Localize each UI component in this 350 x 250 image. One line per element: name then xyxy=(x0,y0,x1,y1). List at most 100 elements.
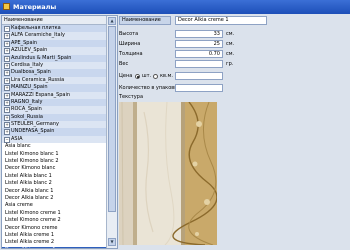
tree-group[interactable]: + Sokol_Russia xyxy=(2,113,106,122)
material-details: Наименование Decor Alkia creme 1 Высота … xyxy=(119,15,350,250)
tree-group-label: STEULER_Germany xyxy=(11,121,59,128)
price-label: Цена xyxy=(119,73,133,79)
tree-group[interactable]: + AZULEV_Spain xyxy=(2,47,106,55)
tree-group[interactable]: + ALFA Ceramiche_Italy xyxy=(2,32,106,40)
tree-item-label: Listel Kimono blanc 1 xyxy=(5,150,59,157)
tree-group-label: ROCA_Spain xyxy=(11,106,42,113)
collapse-icon[interactable]: − xyxy=(4,26,10,32)
thickness-label: Толщина xyxy=(119,51,143,57)
expand-icon[interactable]: + xyxy=(4,92,10,99)
expand-icon[interactable]: + xyxy=(4,70,10,77)
tree-item-label: Listel Alkia blanc 1 xyxy=(5,172,52,179)
tree-item[interactable]: Listel Alkia blanc 2 xyxy=(2,180,106,187)
thickness-field[interactable]: 0.70 xyxy=(175,50,223,58)
expand-icon[interactable]: + xyxy=(4,122,10,129)
price-per-piece-label: шт. xyxy=(142,73,152,79)
expand-icon[interactable]: + xyxy=(4,129,10,136)
tree-item[interactable]: Listel Kimono blanc 1 xyxy=(2,151,106,158)
scroll-up-icon[interactable]: ▲ xyxy=(108,17,116,25)
tree-group-label: Lira Ceramica_Russia xyxy=(11,76,65,83)
tree-item[interactable]: Listel Kimono creme 2 xyxy=(2,217,106,224)
scroll-down-icon[interactable]: ▼ xyxy=(108,238,116,246)
tree-group[interactable]: + APE_Spain xyxy=(2,39,106,48)
tree-item[interactable]: Decor Kimono creme xyxy=(2,225,106,232)
scroll-thumb[interactable] xyxy=(108,26,116,212)
tree-item-label: Decor Alkia creme 1 xyxy=(5,247,56,248)
expand-icon[interactable]: + xyxy=(4,107,10,114)
name-label: Наименование xyxy=(119,16,171,25)
tree-group[interactable]: + MARAZZI Espana_Spain xyxy=(2,91,106,99)
width-unit: см. xyxy=(226,41,235,47)
tree-item[interactable]: Listel Kimono blanc 2 xyxy=(2,158,106,165)
tree-item[interactable]: Decor Alkia blanc 1 xyxy=(2,188,106,195)
tree-group[interactable]: + STEULER_Germany xyxy=(2,121,106,129)
tree-item[interactable]: Decor Alkia creme 1 xyxy=(2,246,106,248)
tree-group[interactable]: + RAGNO_Italy xyxy=(2,98,106,107)
height-field[interactable]: 33 xyxy=(175,30,223,38)
folder-icon xyxy=(3,3,10,10)
expand-icon[interactable]: + xyxy=(4,55,10,62)
tree-group-label: MAINZU_Spain xyxy=(11,84,48,91)
tree-item-label: Asia creme xyxy=(5,202,33,209)
price-field[interactable] xyxy=(175,72,223,80)
thickness-unit: см. xyxy=(226,51,235,57)
tree-group[interactable]: + Cerdisa_Italy xyxy=(2,61,106,70)
price-per-piece-radio[interactable] xyxy=(135,73,140,79)
expand-icon[interactable]: + xyxy=(4,48,10,55)
expand-icon[interactable]: + xyxy=(4,77,10,84)
width-field[interactable]: 25 xyxy=(175,40,223,48)
tree-item[interactable]: Asia blanc xyxy=(2,143,106,150)
tree-group[interactable]: + Azulindus & Marti_Spain xyxy=(2,54,106,62)
tree-item-label: Listel Alkia creme 1 xyxy=(5,231,55,238)
height-unit: см. xyxy=(226,31,235,37)
tree-group-label: MARAZZI Espana_Spain xyxy=(11,91,71,98)
weight-unit: гр. xyxy=(226,61,234,67)
tree-list: − Кафельная плитка + ALFA Ceramiche_Italy + A… xyxy=(2,25,106,248)
tree-group[interactable]: − ASIA xyxy=(2,135,106,144)
tree-item-label: Listel Kimono blanc 2 xyxy=(5,158,59,165)
tree-group-label: AZULEV_Spain xyxy=(11,47,48,54)
name-field[interactable]: Decor Alkia creme 1 xyxy=(175,16,267,25)
tree-group-label: Кафельная плитка xyxy=(11,25,61,31)
price-per-sqm-label: кв.м. xyxy=(160,73,173,79)
width-label: Ширина xyxy=(119,41,141,47)
tree-item-label: Listel Alkia creme 2 xyxy=(5,239,55,246)
weight-field[interactable] xyxy=(175,60,223,68)
tree-item-label: Listel Kimono creme 1 xyxy=(5,209,61,216)
tree-item[interactable]: Listel Alkia blanc 1 xyxy=(2,173,106,180)
tree-group-label: Cerdisa_Italy xyxy=(11,61,44,68)
tree-group[interactable]: + ROCA_Spain xyxy=(2,106,106,114)
tree-item-label: Decor Kimono creme xyxy=(5,224,58,231)
tree-item[interactable]: Listel Alkia creme 1 xyxy=(2,232,106,239)
collapse-icon[interactable]: − xyxy=(4,136,10,143)
texture-preview xyxy=(119,102,217,245)
expand-icon[interactable]: + xyxy=(4,85,10,92)
tree-item[interactable]: Listel Alkia creme 2 xyxy=(2,239,106,246)
weight-label: Вес xyxy=(119,61,129,67)
tree-group-label: UNDEFASA_Spain xyxy=(11,128,55,135)
tree-item-label: Listel Alkia blanc 2 xyxy=(5,180,52,187)
title-bar[interactable]: Материалы xyxy=(0,0,350,14)
tree-item-label: Decor Kimono blanc xyxy=(5,165,56,172)
tree-group[interactable]: + Dualbosa_Spain xyxy=(2,69,106,77)
tree-group[interactable]: + MAINZU_Spain xyxy=(2,84,106,92)
tree-item[interactable]: Decor Kimono blanc xyxy=(2,165,106,172)
column-header-name[interactable]: Наименование xyxy=(2,16,106,25)
price-per-sqm-radio[interactable] xyxy=(153,73,158,79)
expand-icon[interactable]: + xyxy=(4,62,10,69)
tree-group-label: Azulindus & Marti_Spain xyxy=(11,54,72,61)
tree-group[interactable]: + Lira Ceramica_Russia xyxy=(2,76,106,85)
tree-item[interactable]: Decor Alkia blanc 2 xyxy=(2,195,106,202)
tree-item[interactable]: Listel Kimono creme 1 xyxy=(2,210,106,217)
tree-group[interactable]: − Кафельная плитка xyxy=(2,25,106,33)
expand-icon[interactable]: + xyxy=(4,114,10,121)
materials-window: Материалы Наименование − Кафельная плитка… xyxy=(0,0,350,250)
tree-group[interactable]: + UNDEFASA_Spain xyxy=(2,128,106,136)
tree-item[interactable]: Asia creme xyxy=(2,202,106,209)
tree-scrollbar[interactable]: ▲ ▼ xyxy=(106,16,117,248)
expand-icon[interactable]: + xyxy=(4,33,10,40)
expand-icon[interactable]: + xyxy=(4,40,10,47)
expand-icon[interactable]: + xyxy=(4,99,10,106)
tree-group-label: Dualbosa_Spain xyxy=(11,69,51,76)
package-qty-field[interactable] xyxy=(175,84,223,92)
